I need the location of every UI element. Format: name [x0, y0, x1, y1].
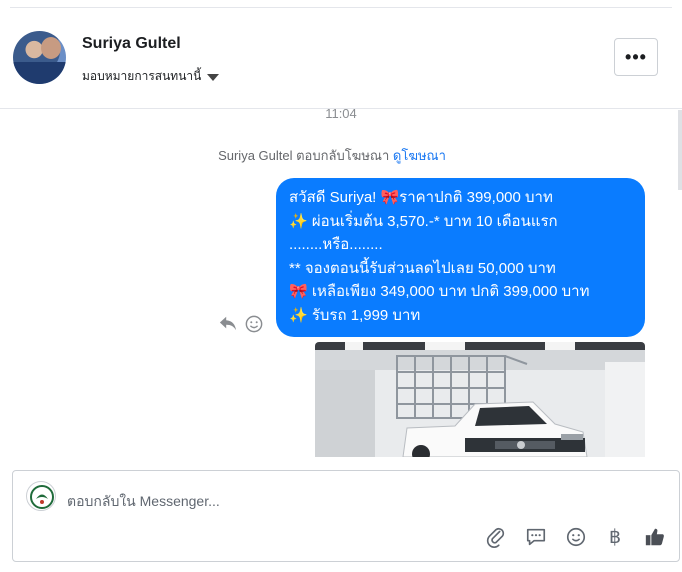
message-line: ✨ ผ่อนเริ่มต้น 3,570.-* บาท 10 เดือนแรก	[289, 212, 558, 230]
contact-avatar[interactable]	[13, 31, 66, 84]
ad-reply-notice: Suriya Gultel ตอบกลับโฆษณา ดูโฆษณา	[0, 145, 664, 166]
message-line: ✨ รับรถ 1,999 บาท	[289, 306, 421, 324]
messenger-reply-input[interactable]: ตอบกลับใน Messenger...	[67, 491, 220, 513]
message-line: 🎀 เหลือเพียง 349,000 บาท ปกติ 399,000 บา…	[289, 283, 590, 300]
contact-name[interactable]: Suriya Gultel	[82, 35, 181, 53]
more-options-button[interactable]: •••	[614, 38, 658, 76]
reply-composer: ตอบกลับใน Messenger... ฿	[12, 470, 680, 562]
conversation-header: Suriya Gultel มอบหมายการสนทนานี้ •••	[0, 8, 682, 109]
reaction-smiley-icon[interactable]	[245, 315, 263, 333]
message-timestamp: 11:04	[325, 106, 357, 121]
caret-down-icon	[207, 73, 220, 81]
message-line: ........หรือ........	[289, 236, 383, 253]
ad-reply-text: Suriya Gultel ตอบกลับโฆษณา	[218, 148, 390, 163]
truck-image	[315, 342, 645, 457]
smiley-icon[interactable]	[565, 526, 587, 548]
paperclip-icon[interactable]	[485, 526, 507, 548]
message-line: ** จองตอนนี้รับส่วนลดไปเลย 50,000 บาท	[289, 259, 556, 277]
view-ad-link[interactable]: ดูโฆษณา	[393, 148, 446, 163]
page-logo	[26, 481, 56, 511]
reply-icon[interactable]	[219, 314, 237, 332]
baht-icon[interactable]: ฿	[604, 526, 626, 548]
message-bubble[interactable]: สวัสดี Suriya! 🎀ราคาปกติ 399,000 บาท ✨ ผ…	[276, 178, 645, 337]
assign-label: มอบหมายการสนทนานี้	[82, 69, 202, 83]
thumbs-up-icon[interactable]	[644, 526, 666, 548]
scrollbar-thumb[interactable]	[678, 110, 682, 190]
message-line: สวัสดี Suriya! 🎀ราคาปกติ 399,000 บาท	[289, 189, 553, 206]
truck-photo[interactable]	[315, 342, 645, 457]
assign-conversation-dropdown[interactable]: มอบหมายการสนทนานี้	[82, 67, 220, 86]
speech-bubble-icon[interactable]	[525, 526, 547, 548]
